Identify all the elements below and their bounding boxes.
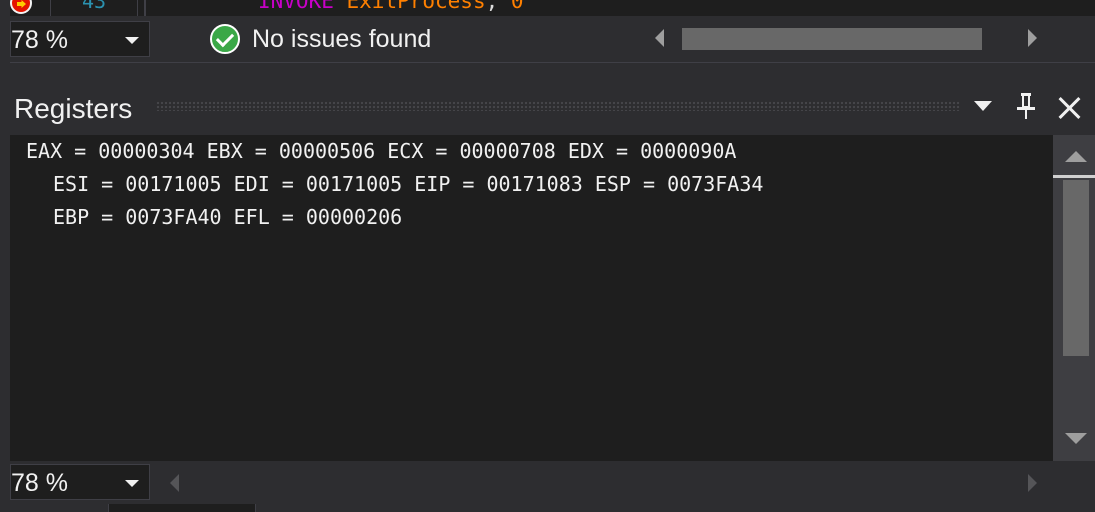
- window-options-dropdown-icon[interactable]: [974, 101, 992, 111]
- issues-indicator[interactable]: No issues found: [210, 23, 431, 55]
- register-line: ESI = 00171005 EDI = 00171005 EIP = 0017…: [53, 172, 764, 196]
- line-number: 43: [50, 0, 138, 16]
- register-line: EBP = 0073FA40 EFL = 00000206: [53, 205, 403, 229]
- chevron-down-icon[interactable]: [125, 37, 139, 44]
- registers-status-bar: 78 %: [10, 461, 1095, 504]
- editor-zoom-dropdown[interactable]: 78 %: [10, 21, 150, 57]
- breakpoint-current-line-icon[interactable]: [10, 0, 32, 14]
- registers-content[interactable]: EAX = 00000304 EBX = 00000506 ECX = 0000…: [10, 135, 1053, 461]
- code-argument: 0: [510, 0, 524, 13]
- registers-window-title: Registers: [14, 93, 133, 124]
- scroll-right-arrow-icon[interactable]: [1028, 29, 1037, 47]
- registers-window-header: Registers: [10, 79, 1095, 135]
- close-icon[interactable]: [1056, 95, 1082, 121]
- code-separator: ,: [485, 0, 511, 13]
- registers-vertical-scrollbar[interactable]: [1053, 135, 1095, 461]
- code-function: ExitProcess: [346, 0, 486, 13]
- title-bar-grip[interactable]: [156, 101, 960, 111]
- scrollbar-position-marker: [1053, 175, 1095, 178]
- pin-icon[interactable]: [1016, 93, 1036, 119]
- scroll-left-arrow-icon[interactable]: [170, 474, 179, 492]
- registers-zoom-value: 78 %: [11, 469, 68, 497]
- editor-status-bar: 78 % No issues found: [10, 16, 1095, 62]
- register-line: EAX = 00000304 EBX = 00000506 ECX = 0000…: [26, 139, 737, 163]
- panel-splitter[interactable]: [10, 62, 1095, 80]
- code-editor[interactable]: 43 INVOKE ExitProcess, 0: [10, 0, 1095, 16]
- registers-zoom-dropdown[interactable]: 78 %: [10, 464, 150, 500]
- issues-text: No issues found: [252, 24, 432, 53]
- check-circle-icon: [210, 24, 240, 54]
- editor-horizontal-scroll-thumb[interactable]: [682, 28, 982, 50]
- editor-margin-divider: [144, 0, 146, 16]
- editor-zoom-value: 78 %: [11, 26, 68, 54]
- chevron-down-icon[interactable]: [125, 480, 139, 487]
- vertical-scroll-thumb[interactable]: [1063, 180, 1089, 356]
- bottom-tab[interactable]: [108, 504, 256, 512]
- scroll-up-arrow-icon[interactable]: [1065, 151, 1087, 162]
- scroll-right-arrow-icon[interactable]: [1028, 474, 1037, 492]
- code-line[interactable]: INVOKE ExitProcess, 0: [258, 0, 524, 12]
- code-keyword: INVOKE: [258, 0, 334, 13]
- scroll-left-arrow-icon[interactable]: [655, 29, 664, 47]
- scroll-down-arrow-icon[interactable]: [1065, 433, 1087, 444]
